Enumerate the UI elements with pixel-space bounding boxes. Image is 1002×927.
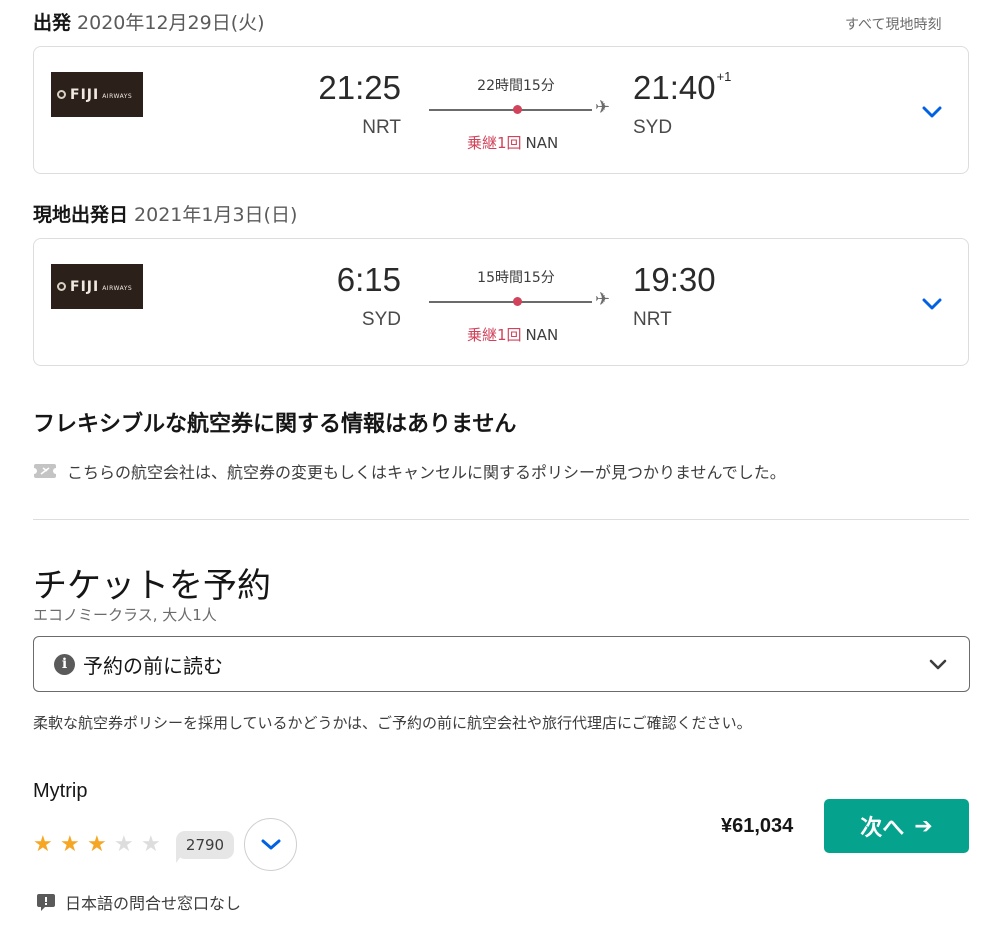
star-empty-icon: ★ — [114, 832, 134, 857]
speech-bubble-alert-icon — [37, 894, 55, 911]
chevron-down-icon — [929, 659, 947, 670]
chevron-down-icon[interactable] — [922, 297, 942, 311]
departure-airport: NRT — [362, 117, 401, 138]
flex-info-title: フレキシブルな航空券に関する情報はありません — [33, 412, 517, 437]
arrow-right-icon: ➔ — [914, 813, 933, 839]
airline-logo: FIJI AIRWAYS — [51, 72, 143, 117]
star-filled-icon: ★ — [33, 832, 53, 857]
airplane-icon: ✈ — [595, 289, 611, 310]
review-bubble-tail — [176, 851, 185, 863]
flex-policy-note: こちらの航空会社は、航空券の変更もしくはキャンセルに関するポリシーが見つかりませ… — [33, 459, 786, 483]
arrival-time-value: 21:40 — [633, 69, 716, 106]
stop-airport: NAN — [525, 134, 559, 152]
day-offset: +1 — [716, 69, 732, 84]
star-filled-icon: ★ — [60, 832, 80, 857]
arrival-airport: NRT — [633, 309, 672, 330]
logo-name: FIJI — [70, 278, 100, 295]
stops-count: 乗継1回 — [467, 326, 522, 344]
language-support-note: 日本語の問合せ窓口なし — [36, 890, 241, 914]
logo-sub: AIRWAYS — [102, 285, 133, 292]
inbound-date-line: 現地出発日 2021年1月3日(日) — [33, 200, 297, 227]
logo-ring-icon — [57, 282, 66, 291]
inbound-date: 2021年1月3日(日) — [134, 204, 298, 226]
timezone-note: すべて現地時刻 — [845, 17, 942, 33]
provider-name[interactable]: Mytrip — [33, 780, 87, 803]
section-divider — [33, 519, 969, 520]
route-line — [429, 109, 592, 111]
stop-dot — [513, 105, 522, 114]
booking-subtitle: エコノミークラス, 大人1人 — [33, 606, 217, 624]
inbound-label: 現地出発日 — [33, 204, 129, 226]
airplane-icon: ✈ — [595, 97, 611, 118]
price: ¥61,034 — [721, 815, 794, 837]
arrival-time: 19:30 — [633, 261, 716, 298]
inbound-flight-card[interactable]: FIJI AIRWAYS 6:15 SYD 15時間15分 ✈ 乗継1回 NAN … — [33, 238, 969, 366]
stops-info: 乗継1回 NAN — [467, 132, 558, 153]
outbound-date: 2020年12月29日(火) — [77, 12, 265, 34]
stops-info: 乗継1回 NAN — [467, 324, 558, 345]
booking-title: チケットを予約 — [33, 566, 271, 606]
stops-count: 乗継1回 — [467, 134, 522, 152]
stop-dot — [513, 297, 522, 306]
stop-airport: NAN — [525, 326, 559, 344]
info-icon: i — [54, 653, 75, 675]
star-empty-icon: ★ — [141, 832, 161, 857]
logo-sub: AIRWAYS — [102, 93, 133, 100]
ticket-icon — [33, 464, 57, 478]
outbound-date-line: 出発 2020年12月29日(火) — [33, 8, 265, 35]
airline-logo: FIJI AIRWAYS — [51, 264, 143, 309]
logo-name: FIJI — [70, 86, 100, 103]
departure-time: 6:15 — [336, 261, 401, 298]
flight-duration: 22時間15分 — [477, 78, 555, 94]
language-note-text: 日本語の問合せ窓口なし — [65, 894, 242, 913]
arrival-airport: SYD — [633, 117, 673, 138]
flight-duration: 15時間15分 — [477, 270, 555, 286]
next-button[interactable]: 次へ ➔ — [824, 799, 969, 853]
chevron-down-icon — [261, 839, 280, 850]
arrival-time: 21:40+1 — [633, 69, 731, 107]
star-filled-icon: ★ — [87, 832, 107, 857]
outbound-flight-card[interactable]: FIJI AIRWAYS 21:25 NRT 22時間15分 ✈ 乗継1回 NAN… — [33, 46, 969, 174]
outbound-label: 出発 — [33, 12, 72, 34]
chevron-down-icon[interactable] — [922, 105, 942, 119]
expand-provider-button[interactable] — [244, 818, 297, 871]
read-before-booking-dropdown[interactable]: i 予約の前に読む — [33, 636, 970, 692]
departure-airport: SYD — [361, 309, 401, 330]
logo-ring-icon — [57, 90, 66, 99]
flex-note-text: こちらの航空会社は、航空券の変更もしくはキャンセルに関するポリシーが見つかりませ… — [67, 463, 786, 482]
read-before-label: 予約の前に読む — [83, 653, 223, 678]
policy-notice: 柔軟な航空券ポリシーを採用しているかどうかは、ご予約の前に航空会社や旅行代理店に… — [33, 714, 752, 732]
next-button-label: 次へ — [860, 816, 905, 841]
route-line — [429, 301, 592, 303]
departure-time: 21:25 — [318, 69, 401, 106]
